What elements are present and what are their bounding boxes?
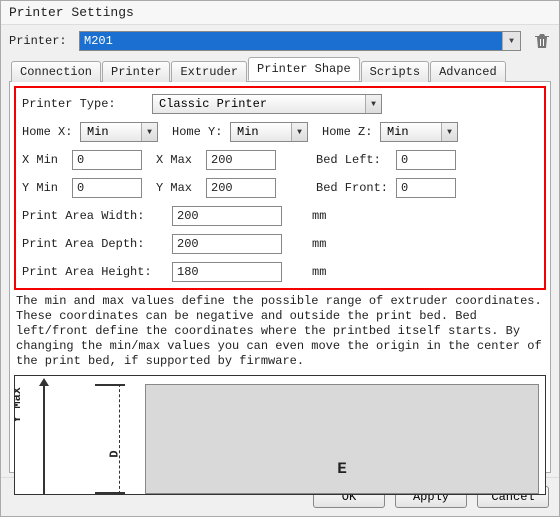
print-area-width-input[interactable]: 200 <box>172 206 282 226</box>
chevron-down-icon: ▼ <box>441 123 457 141</box>
window-content: Printer: M201 ▼ Connection Printer Extru… <box>1 25 559 477</box>
tab-connection[interactable]: Connection <box>11 61 101 82</box>
printer-type-label: Printer Type: <box>22 97 152 111</box>
chevron-down-icon: ▼ <box>502 32 520 50</box>
printer-type-select[interactable]: Classic Printer ▼ <box>152 94 382 114</box>
x-min-label: X Min <box>22 153 72 167</box>
shape-settings-group: Printer Type: Classic Printer ▼ Home X: … <box>14 86 546 290</box>
diagram-y-label: Y Max <box>14 387 24 423</box>
chevron-down-icon: ▼ <box>291 123 307 141</box>
print-area-width-label: Print Area Width: <box>22 209 172 223</box>
bed-left-input[interactable]: 0 <box>396 150 456 170</box>
diagram-bed-area: E <box>145 384 539 494</box>
chevron-down-icon: ▼ <box>141 123 157 141</box>
tab-printer[interactable]: Printer <box>102 61 170 82</box>
x-min-input[interactable]: 0 <box>72 150 142 170</box>
diagram-d-line <box>119 384 120 494</box>
printer-settings-window: Printer Settings Printer: M201 ▼ Connect… <box>0 0 560 517</box>
x-max-label: X Max <box>156 153 206 167</box>
tab-panel: Printer Type: Classic Printer ▼ Home X: … <box>9 81 551 473</box>
arrow-up-icon <box>39 378 49 386</box>
pad-unit: mm <box>312 237 326 251</box>
print-area-height-input[interactable]: 180 <box>172 262 282 282</box>
tab-bar: Connection Printer Extruder Printer Shap… <box>9 57 551 81</box>
printer-select[interactable]: M201 ▼ <box>79 31 521 51</box>
y-min-label: Y Min <box>22 181 72 195</box>
diagram-d-tick-bot <box>95 492 125 494</box>
bed-left-label: Bed Left: <box>316 153 396 167</box>
print-area-height-label: Print Area Height: <box>22 265 172 279</box>
home-y-label: Home Y: <box>172 125 230 139</box>
bed-diagram: Y Max D E <box>14 375 546 495</box>
printer-label: Printer: <box>9 34 79 48</box>
print-area-depth-label: Print Area Depth: <box>22 237 172 251</box>
window-title: Printer Settings <box>1 1 559 25</box>
bed-front-input[interactable]: 0 <box>396 178 456 198</box>
tab-printer-shape[interactable]: Printer Shape <box>248 57 360 81</box>
diagram-d-tick-top <box>95 384 125 386</box>
printer-row: Printer: M201 ▼ <box>9 31 551 51</box>
y-max-input[interactable]: 200 <box>206 178 276 198</box>
description-text: The min and max values define the possib… <box>14 290 546 375</box>
y-max-label: Y Max <box>156 181 206 195</box>
paw-unit: mm <box>312 209 326 223</box>
printer-type-value: Classic Printer <box>153 95 365 113</box>
pah-unit: mm <box>312 265 326 279</box>
tab-scripts[interactable]: Scripts <box>361 61 429 82</box>
home-z-select[interactable]: Min ▼ <box>380 122 458 142</box>
home-x-label: Home X: <box>22 125 80 139</box>
diagram-d-label: D <box>108 450 122 457</box>
home-y-select[interactable]: Min ▼ <box>230 122 308 142</box>
diagram-e-label: E <box>337 460 347 478</box>
chevron-down-icon: ▼ <box>365 95 381 113</box>
x-max-input[interactable]: 200 <box>206 150 276 170</box>
trash-icon <box>535 33 549 49</box>
tab-extruder[interactable]: Extruder <box>171 61 247 82</box>
diagram-y-axis <box>43 384 45 494</box>
delete-printer-button[interactable] <box>533 32 551 50</box>
print-area-depth-input[interactable]: 200 <box>172 234 282 254</box>
home-z-label: Home Z: <box>322 125 380 139</box>
bed-front-label: Bed Front: <box>316 181 396 195</box>
home-x-select[interactable]: Min ▼ <box>80 122 158 142</box>
tab-advanced[interactable]: Advanced <box>430 61 506 82</box>
printer-select-value: M201 <box>80 32 502 50</box>
y-min-input[interactable]: 0 <box>72 178 142 198</box>
